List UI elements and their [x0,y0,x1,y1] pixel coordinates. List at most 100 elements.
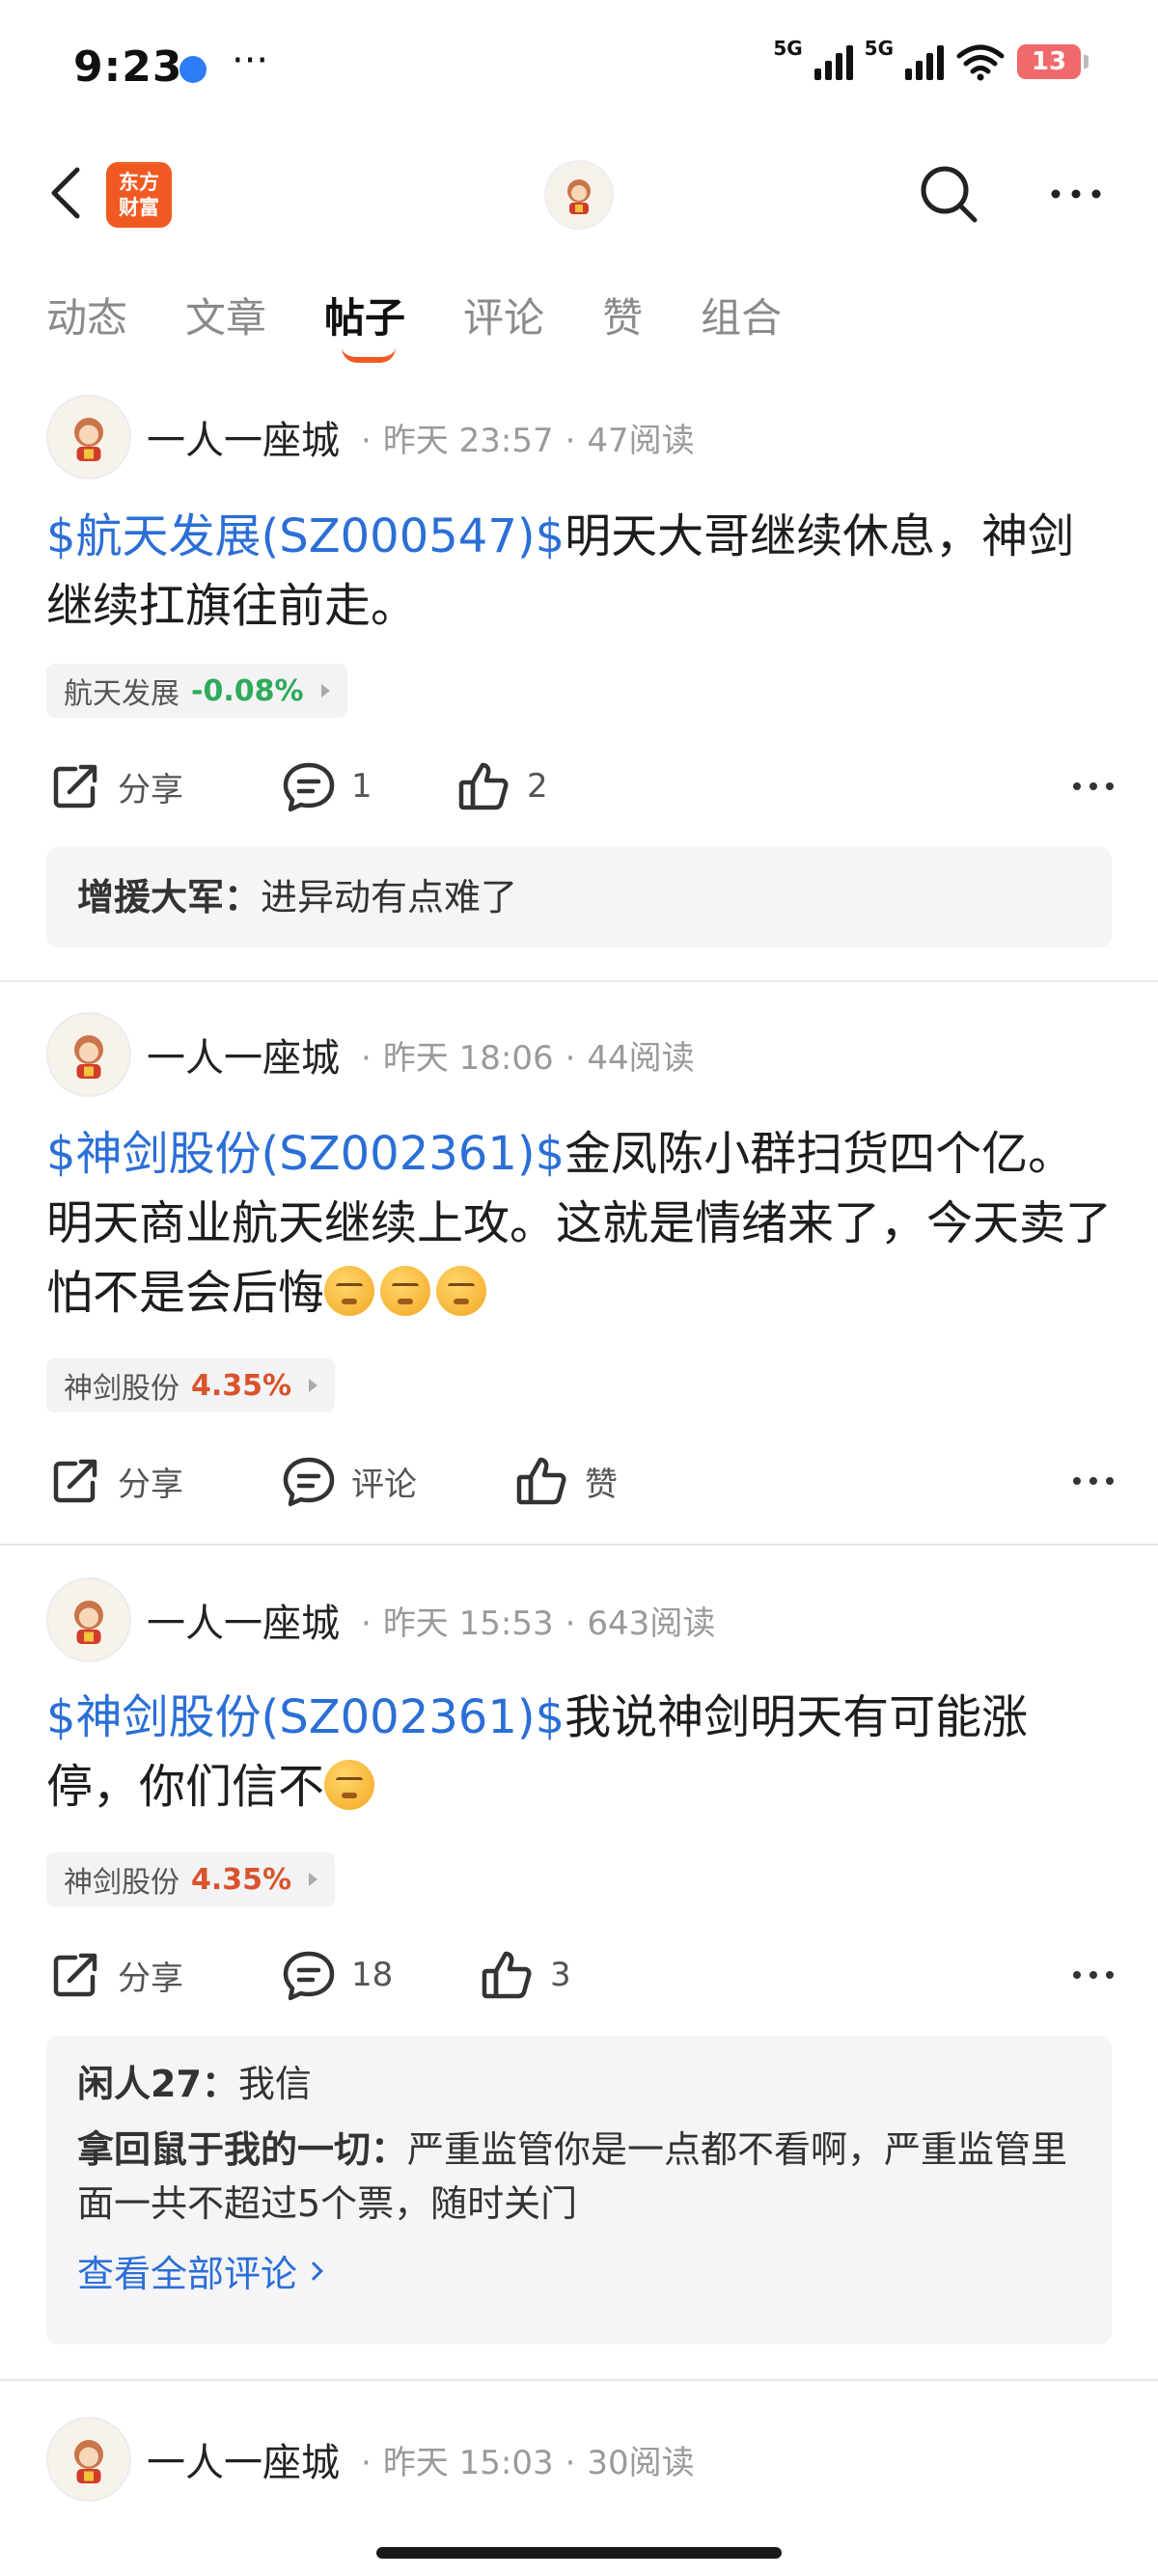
post-meta: · 昨天 23:57 · 47阅读 [361,421,695,460]
reply-preview[interactable]: 闲人27：我信 拿回鼠于我的一切：严重监管你是一点都不看啊，严重监管里面一共不超… [46,2036,1112,2344]
back-icon[interactable] [42,162,91,224]
chip-stock-name: 航天发展 [64,677,179,711]
status-time: 9:23 [73,42,183,92]
stock-link[interactable]: $神剑股份(SZ002361)$ [46,1690,565,1744]
home-indicator[interactable] [376,2547,782,2559]
stock-link[interactable]: $航天发展(SZ000547)$ [46,509,565,563]
brand-logo-line2: 财富 [119,196,159,219]
avatar[interactable] [544,160,614,230]
comment-label: 评论 [351,1465,417,1504]
post-reads: 30阅读 [587,2443,695,2482]
divider [0,2379,1158,2381]
worried-face-emoji-icon [324,1266,375,1316]
like-button[interactable]: 赞 [513,1447,618,1515]
network-label-2: 5G [864,37,894,60]
tab-dynamic[interactable]: 动态 [46,286,127,363]
chip-stock-change: 4.35% [191,1862,292,1897]
network-label-1: 5G [773,37,803,60]
author-name[interactable]: 一人一座城 [147,409,340,465]
author-name[interactable]: 一人一座城 [147,2431,340,2487]
comment-icon [283,1457,335,1507]
author-name[interactable]: 一人一座城 [147,1592,340,1648]
post-text[interactable]: $航天发展(SZ000547)$明天大哥继续休息，神剑继续扛旗往前走。 [46,502,1117,641]
comment-icon [283,1951,335,2001]
monkey-avatar-icon [567,179,591,214]
more-icon[interactable] [1069,1951,1117,1999]
post-time: 昨天 15:53 [382,1603,554,1643]
wifi-icon [956,44,1005,81]
post-text[interactable]: $神剑股份(SZ002361)$我说神剑明天有可能涨停，你们信不 [46,1683,1117,1822]
reply-preview[interactable]: 增援大军：进异动有点难了 [46,847,1112,947]
post-reads: 44阅读 [587,1038,695,1078]
reply-user[interactable]: 拿回鼠于我的一切： [77,2128,407,2171]
comment-button[interactable]: 18 [280,1941,393,2009]
chip-stock-change: -0.08% [191,673,304,708]
comment-button[interactable]: 评论 [280,1447,417,1515]
top-navigation: 东方 财富 [0,145,1158,241]
like-button[interactable]: 2 [455,753,548,820]
reply-item: 增援大军：进异动有点难了 [77,870,1081,924]
reply-user[interactable]: 增援大军： [77,876,261,918]
monkey-avatar-icon [74,1035,103,1079]
post-time: 昨天 23:57 [382,421,554,460]
post-reads: 643阅读 [587,1603,716,1643]
search-icon[interactable] [917,162,980,226]
post-actions: 分享 评论 赞 [46,1447,1117,1515]
chip-stock-name: 神剑股份 [64,1372,179,1406]
share-label: 分享 [118,770,183,809]
avatar[interactable] [46,395,131,480]
reply-item: 闲人27：我信 [77,2057,1081,2111]
more-icon[interactable] [1069,762,1117,810]
author-name[interactable]: 一人一座城 [147,1027,340,1082]
like-count: 2 [527,767,548,806]
share-icon [53,1459,97,1503]
chip-stock-name: 神剑股份 [64,1866,179,1900]
stock-link[interactable]: $神剑股份(SZ002361)$ [46,1127,565,1181]
post-card[interactable]: 一人一座城 · 昨天 18:06 · 44阅读 $神剑股份(SZ002361)$金凤陈… [0,1011,1158,1542]
share-button[interactable]: 分享 [46,1941,183,2009]
brand-logo[interactable]: 东方 财富 [106,162,172,228]
avatar[interactable] [46,1012,131,1097]
share-label: 分享 [118,1465,183,1504]
share-button[interactable]: 分享 [46,753,183,820]
monkey-avatar-icon [74,1601,103,1644]
more-icon[interactable] [1069,1457,1117,1505]
view-all-comments-link[interactable]: 查看全部评论 [77,2244,323,2297]
share-label: 分享 [118,1959,183,1998]
more-icon[interactable] [1046,164,1106,224]
tab-portfolio[interactable]: 组合 [701,286,782,363]
post-author-row: 一人一座城 · 昨天 15:53 · 643阅读 [46,1576,715,1663]
post-time: 昨天 15:03 [382,2443,554,2482]
chevron-right-icon [320,684,330,698]
brand-logo-line1: 东方 [119,171,159,194]
post-card[interactable]: 一人一座城 · 昨天 15:03 · 30阅读 [0,2416,1158,2532]
share-button[interactable]: 分享 [46,1447,183,1515]
comment-count: 18 [351,1956,394,1994]
status-bar: 9:23 ··· 5G 5G 13 [0,0,1158,135]
post-meta: · 昨天 15:53 · 643阅读 [361,1603,716,1643]
like-button[interactable]: 3 [479,1941,571,2009]
comment-count: 1 [351,767,372,806]
tab-likes[interactable]: 赞 [602,286,643,363]
worried-face-emoji-icon [380,1266,431,1316]
avatar[interactable] [46,1577,131,1662]
post-text[interactable]: $神剑股份(SZ002361)$金凤陈小群扫货四个亿。明天商业航天继续上攻。这就… [46,1119,1117,1328]
tab-comments[interactable]: 评论 [463,286,544,363]
reply-user[interactable]: 闲人27： [77,2063,238,2105]
post-author-row: 一人一座城 · 昨天 18:06 · 44阅读 [46,1011,695,1098]
comment-button[interactable]: 1 [280,753,372,820]
tab-posts[interactable]: 帖子 [324,286,405,363]
chevron-right-icon [309,1379,318,1392]
status-indicators: 5G 5G 13 [773,37,1089,81]
post-card[interactable]: 一人一座城 · 昨天 15:53 · 643阅读 $神剑股份(SZ002361)$我说… [0,1576,1158,2368]
stock-chip[interactable]: 神剑股份 4.35% [46,1358,336,1412]
tab-articles[interactable]: 文章 [185,286,266,363]
stock-chip[interactable]: 航天发展 -0.08% [46,664,347,718]
stock-chip[interactable]: 神剑股份 4.35% [46,1852,336,1906]
post-card[interactable]: 一人一座城 · 昨天 23:57 · 47阅读 $航天发展(SZ000547)$明天大… [0,386,1158,984]
avatar[interactable] [46,2417,131,2502]
divider [0,980,1158,982]
comment-icon [283,762,335,812]
reply-text: 我信 [237,2063,312,2105]
monkey-avatar-icon [74,418,103,461]
